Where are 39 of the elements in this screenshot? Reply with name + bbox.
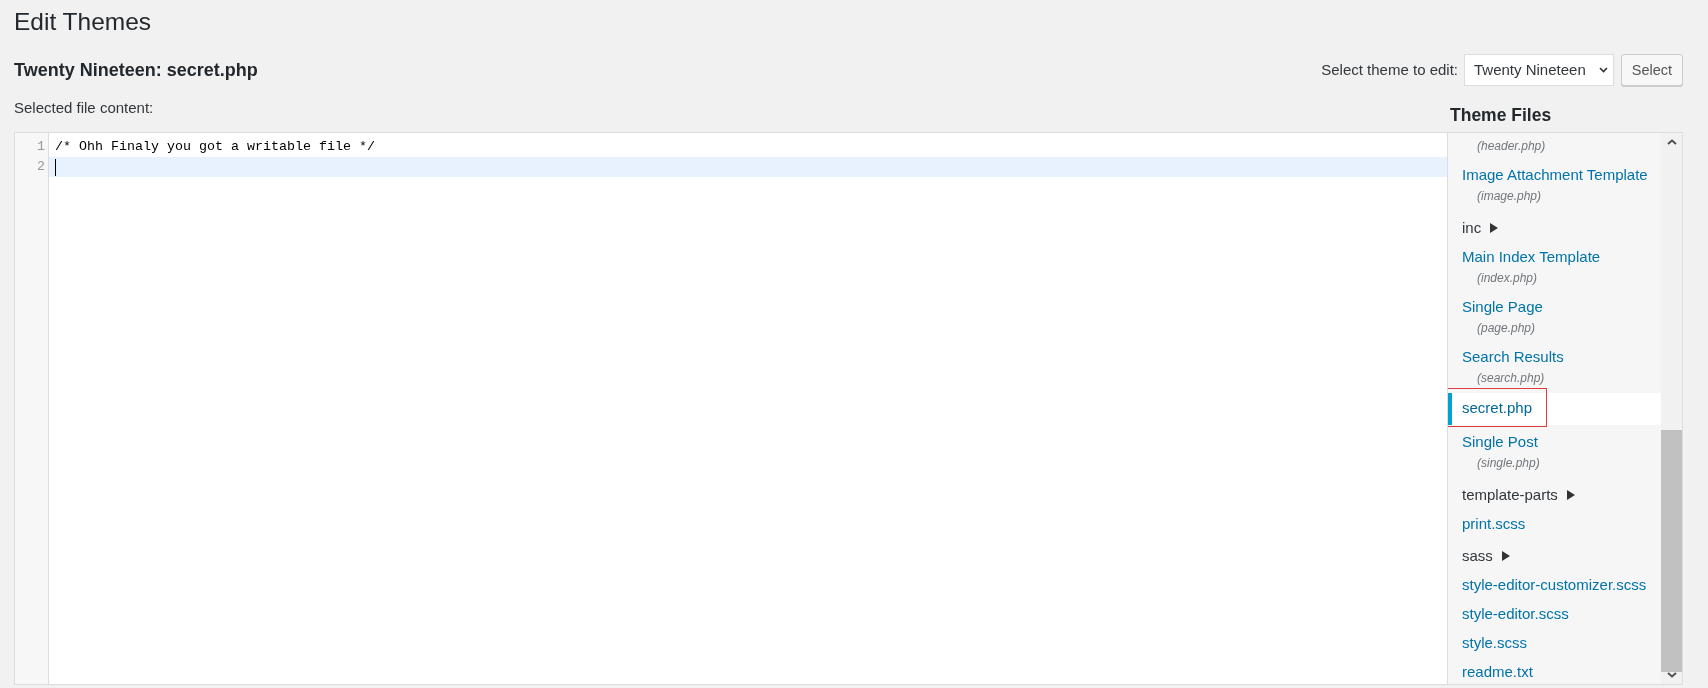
file-link[interactable]: secret.php [1462,398,1533,418]
folder-label[interactable]: sass [1462,546,1493,566]
theme-select-label: Select theme to edit: [1321,59,1458,80]
file-link[interactable]: Search Results [1462,347,1564,367]
file-link[interactable]: style-editor.scss [1462,604,1569,624]
caret-right-icon[interactable] [1566,490,1575,500]
caret-up-icon[interactable] [1666,138,1677,145]
file-title: Twenty Nineteen: secret.php [14,58,258,82]
code-line: /* Ohh Finaly you got a writable file */ [55,138,375,156]
file-name-note: (search.php) [1476,370,1545,387]
theme-files-heading: Theme Files [1450,104,1552,126]
file-link[interactable]: Image Attachment Template [1462,165,1648,185]
line-number: 1 [37,139,45,154]
content-label: Selected file content: [14,98,154,118]
select-button[interactable]: Select [1621,53,1683,86]
file-link[interactable]: Single Page [1462,297,1543,317]
file-link[interactable]: style.scss [1462,633,1527,653]
file-link[interactable]: Main Index Template [1462,247,1601,267]
code-editor[interactable]: 1 2 /* Ohh Finaly you got a writable file */ [14,132,1448,685]
file-name-note: (index.php) [1476,270,1538,287]
file-name-note: (image.php) [1476,188,1542,205]
folder-label[interactable]: inc [1462,218,1482,238]
file-link[interactable]: Single Post [1462,432,1538,452]
file-name-note: (page.php) [1476,320,1536,337]
file-name-note: (header.php) [1476,138,1546,155]
page-title: Edit Themes [14,7,152,37]
chevron-down-icon [1599,66,1608,73]
file-link[interactable]: print.scss [1462,514,1526,534]
caret-down-icon[interactable] [1666,672,1677,678]
line-number: 2 [37,159,45,174]
file-link[interactable]: style-editor-customizer.scss [1462,575,1647,595]
file-name-note: (single.php) [1476,455,1540,472]
caret-right-icon[interactable] [1501,551,1510,561]
theme-select[interactable]: Twenty Nineteen [1464,53,1614,86]
folder-label[interactable]: template-parts [1462,485,1558,505]
file-link[interactable]: readme.txt [1462,662,1533,682]
scrollbar-thumb[interactable] [1661,430,1682,672]
text-cursor-icon [55,158,56,176]
caret-right-icon[interactable] [1490,223,1499,233]
